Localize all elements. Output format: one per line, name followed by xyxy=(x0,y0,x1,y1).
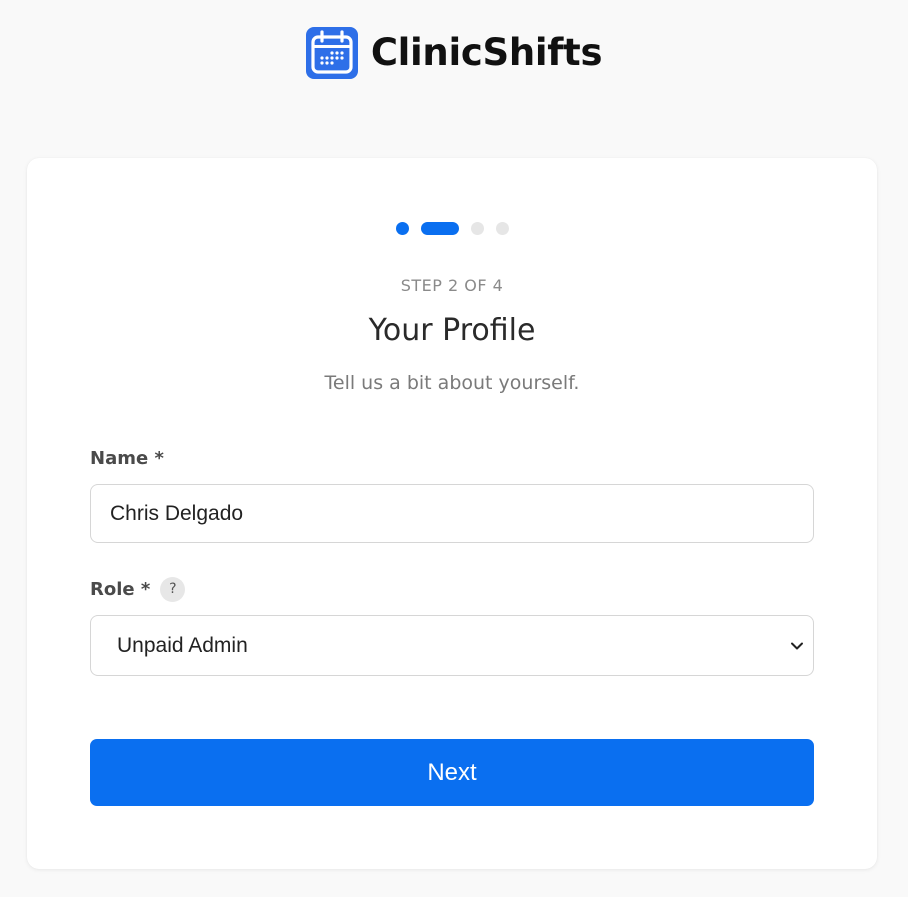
calendar-icon xyxy=(305,27,358,79)
name-input[interactable] xyxy=(90,484,814,543)
brand-name: ClinicShifts xyxy=(370,31,603,74)
page-subtitle: Tell us a bit about yourself. xyxy=(324,372,580,394)
step-dot-1 xyxy=(395,222,409,235)
name-label-text: Name * xyxy=(90,448,164,469)
onboarding-card: STEP 2 OF 4 Your Profile Tell us a bit a… xyxy=(27,158,877,869)
step-dot-4 xyxy=(495,222,509,235)
step-dot-3 xyxy=(470,222,484,235)
app-header: ClinicShifts xyxy=(0,27,908,79)
question-mark-icon[interactable]: ? xyxy=(160,577,186,602)
role-label-text: Role * xyxy=(90,579,151,600)
name-label: Name * xyxy=(90,448,164,469)
role-label: Role * ? xyxy=(90,577,186,602)
chevron-down-icon xyxy=(791,642,803,650)
role-selected-value: Unpaid Admin xyxy=(117,633,248,657)
page-title: Your Profile xyxy=(368,313,536,348)
role-select[interactable]: Unpaid Admin xyxy=(90,615,814,676)
step-counter: STEP 2 OF 4 xyxy=(400,276,504,295)
next-button[interactable]: Next xyxy=(90,739,814,806)
step-indicator xyxy=(27,222,877,235)
step-dot-2-current xyxy=(420,222,459,235)
